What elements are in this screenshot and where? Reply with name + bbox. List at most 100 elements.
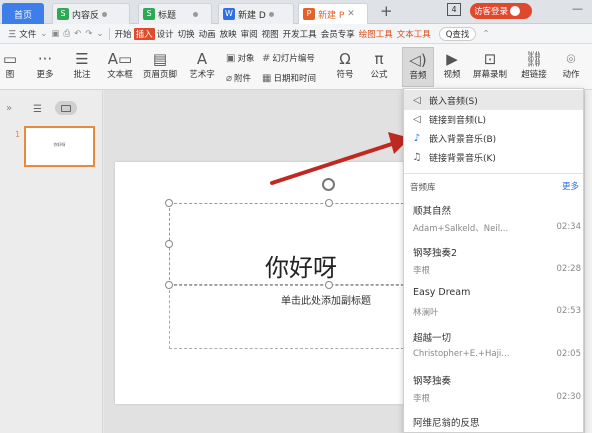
ribbon: ▭ 图 ··· 更多 ☰ 批注 A▭ 文本框 ▤ 页眉页脚 A 艺术字 ▣ 对象 … [0, 44, 592, 90]
ribbon-label: 屏幕录制 [472, 70, 507, 80]
calendar-icon: ▦ [262, 72, 272, 84]
link-audio-item[interactable]: ◁ 链接到音频(L) [404, 109, 583, 129]
formula-button[interactable]: π 公式 [364, 50, 394, 80]
song-item[interactable]: 钢琴独奏 李根 02:30 [413, 373, 581, 411]
song-duration: 02:30 [556, 392, 582, 402]
right-sidebar [584, 90, 592, 433]
menu-transition[interactable]: 切换 [176, 28, 197, 40]
slide-title[interactable]: 你好呀 [265, 248, 337, 283]
slide-thumbnail[interactable]: 你好呀 [24, 126, 95, 167]
print-icon[interactable]: ⎙ [61, 29, 72, 39]
cut-off-button[interactable]: ▭ 图 [0, 50, 20, 80]
menu-member[interactable]: 会员专享 [319, 28, 357, 40]
embed-audio-icon: ◁ [413, 94, 421, 106]
ribbon-label: 更多 [36, 70, 54, 80]
more-dots-icon: ··· [37, 50, 53, 68]
tab-home[interactable]: 首页 [2, 3, 44, 24]
audio-button[interactable]: ◁) 音频 [402, 47, 434, 87]
resize-handle[interactable] [165, 199, 173, 207]
audio-dropdown-menu: ◁ 嵌入音频(S) ◁ 链接到音频(L) ♪ 嵌入背景音乐(B) ♫ 链接背景音… [403, 88, 584, 433]
new-tab-button[interactable]: + [380, 2, 393, 20]
music-note-icon: ♪ [413, 132, 421, 144]
song-item[interactable]: Easy Dream 林澜叶 02:53 [413, 287, 581, 325]
chevron-down-icon[interactable]: ⌄ [38, 29, 49, 39]
resize-handle[interactable] [165, 281, 173, 289]
ribbon-label: 动作 [562, 70, 580, 80]
song-item[interactable]: 超越一切 Christopher+E.+Haji... 02:05 [413, 330, 581, 368]
menu-animation[interactable]: 动画 [197, 28, 218, 40]
menu-insert[interactable]: 插入 [133, 27, 155, 40]
screen-record-button[interactable]: ⊡ 屏幕录制 [470, 50, 510, 80]
object-icon: ▣ [226, 52, 236, 64]
resize-handle[interactable] [325, 199, 333, 207]
wordart-icon: A [196, 50, 208, 68]
menu-design[interactable]: 设计 [155, 28, 176, 40]
title-bar: 首页 S 内容反 S 标题 W 新建 D P 新建 P ✕ + 4 访客登录 — [0, 0, 592, 24]
menu-view[interactable]: 视图 [260, 28, 281, 40]
spreadsheet-icon: S [143, 8, 155, 20]
save-icon[interactable]: ▣ [49, 29, 61, 39]
header-footer-button[interactable]: ▤ 页眉页脚 [140, 50, 180, 80]
tab-doc-3[interactable]: W 新建 D [218, 3, 294, 24]
wordart-button[interactable]: A 艺术字 [184, 50, 220, 80]
close-icon[interactable]: ✕ [347, 9, 355, 19]
slide-number-button[interactable]: # 幻灯片编号 [262, 52, 315, 65]
more-button[interactable]: ··· 更多 [30, 50, 60, 80]
outline-view-icon[interactable]: ☰ [33, 104, 42, 115]
thumbnail-view-toggle[interactable] [55, 101, 77, 115]
tab-doc-4-active[interactable]: P 新建 P ✕ [298, 3, 368, 24]
more-link[interactable]: 更多 [562, 180, 579, 192]
song-item[interactable]: 钢琴独奏2 李根 02:28 [413, 245, 581, 283]
menu-slideshow[interactable]: 放映 [218, 28, 239, 40]
song-title: 顺其自然 [413, 206, 452, 217]
login-button[interactable]: 访客登录 [470, 3, 532, 19]
song-duration: 02:05 [556, 349, 582, 359]
redo-icon[interactable]: ↷ [83, 29, 94, 39]
song-duration: 02:34 [556, 222, 582, 232]
more-icon[interactable]: ⌄ [94, 29, 105, 39]
tab-count-badge[interactable]: 4 [447, 3, 461, 16]
tab-doc-2[interactable]: S 标题 [138, 3, 212, 24]
file-menu[interactable]: 三 文件 [6, 28, 38, 40]
song-title: 阿维尼翁的反思 [413, 418, 480, 429]
presentation-icon: P [303, 8, 315, 20]
slide-number: 1 [15, 130, 21, 139]
symbol-button[interactable]: Ω 符号 [330, 50, 360, 80]
resize-handle[interactable] [325, 281, 333, 289]
ribbon-label: 日期和时间 [273, 74, 316, 84]
song-title: Easy Dream [413, 287, 471, 298]
embed-bg-music-item[interactable]: ♪ 嵌入背景音乐(B) [404, 128, 583, 148]
resize-handle[interactable] [165, 240, 173, 248]
menu-home[interactable]: 开始 [113, 28, 134, 40]
menu-review[interactable]: 审阅 [239, 28, 260, 40]
embed-audio-item[interactable]: ◁ 嵌入音频(S) [404, 90, 583, 110]
song-item[interactable]: 顺其自然 Adam+Salkeld、Neil... 02:34 [413, 203, 581, 241]
slide-subtitle[interactable]: 单击此处添加副标题 [281, 292, 371, 307]
collapse-panel-icon[interactable]: » [6, 103, 12, 114]
undo-icon[interactable]: ↶ [72, 29, 83, 39]
mouse-icon: ⌾ [566, 50, 576, 68]
chevron-up-icon[interactable]: ⌃ [480, 29, 491, 39]
menu-text-tools[interactable]: 文本工具 [395, 28, 433, 40]
paperclip-icon: ⌀ [226, 72, 233, 84]
video-button[interactable]: ▶ 视频 [436, 50, 468, 80]
speaker-icon: ◁) [409, 51, 427, 69]
tab-home-label: 首页 [13, 10, 32, 21]
search-box[interactable]: Q查找 [438, 26, 477, 41]
link-bg-music-item[interactable]: ♫ 链接背景音乐(K) [404, 147, 583, 167]
hyperlink-button[interactable]: ⛓ 超链接 [516, 50, 552, 80]
datetime-button[interactable]: ▦ 日期和时间 [262, 72, 316, 85]
slide-number-icon: # [262, 52, 271, 64]
song-item[interactable]: 阿维尼翁的反思 [413, 415, 581, 433]
object-button[interactable]: ▣ 对象 [226, 52, 254, 65]
menu-drawing-tools[interactable]: 绘图工具 [357, 28, 395, 40]
song-duration: 02:53 [556, 306, 582, 316]
comment-button[interactable]: ☰ 批注 [68, 50, 96, 80]
minimize-button[interactable]: — [572, 2, 583, 15]
action-button[interactable]: ⌾ 动作 [556, 50, 586, 80]
textbox-button[interactable]: A▭ 文本框 [102, 50, 138, 80]
attachment-button[interactable]: ⌀ 附件 [226, 72, 251, 85]
annotation-arrow-icon [270, 132, 410, 185]
tab-doc-1[interactable]: S 内容反 [52, 3, 130, 24]
menu-developer[interactable]: 开发工具 [281, 28, 319, 40]
